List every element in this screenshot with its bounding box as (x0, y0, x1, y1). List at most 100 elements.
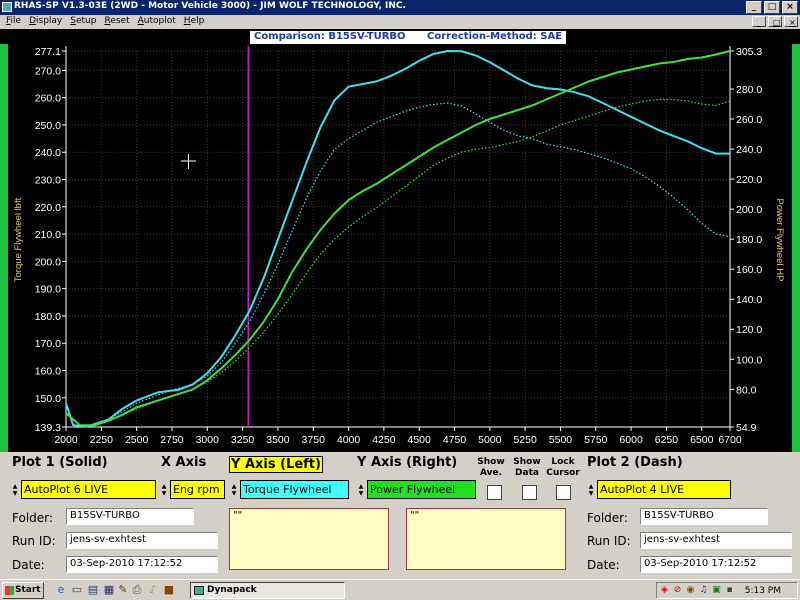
y-right-tick-label: 80.0 (736, 384, 757, 396)
yright-select[interactable]: Power Flywheel (367, 480, 476, 499)
menu-display[interactable]: Display (25, 15, 66, 29)
window-icon[interactable]: ▦ (102, 583, 116, 597)
desktop-icon[interactable]: ▤ (86, 583, 100, 597)
plot1-spinner[interactable]: ▲ ▼ (10, 480, 20, 499)
runid-field-left: jens-sv-exhtest (66, 532, 218, 549)
show-data-checkbox[interactable] (522, 485, 537, 500)
date-field-left: 03-Sep-2010 17:12:52 (66, 556, 218, 573)
menu-reset[interactable]: Reset (100, 15, 133, 29)
x-tick-label: 4500 (408, 434, 432, 446)
window-titlebar: RHAS-SP V1.3-03E (2WD - Motor Vehicle 30… (0, 0, 800, 15)
y-left-tick-label: 250.0 (35, 120, 61, 132)
start-button[interactable]: Start (2, 582, 44, 599)
yleft-title[interactable]: Y Axis (Left) (229, 456, 323, 473)
app-quicklaunch-icon[interactable]: ■ (162, 583, 176, 597)
plot2-select[interactable]: AutoPlot 4 LIVE (597, 480, 731, 499)
taskbar: Start e ▭ ▤ ▦ ✎ ⎙ ♪ ■ Dynapack ◈ ⊘ ◉ ♫ ▣… (0, 579, 800, 600)
x-tick-label: 3250 (231, 434, 255, 446)
yright-title: Y Axis (Right) (357, 455, 458, 470)
xaxis-title: X Axis (161, 455, 207, 470)
x-tick-label: 4250 (372, 434, 396, 446)
plot-area[interactable]: 2000 2250 2500 2750 3000 3250 3500 3750 4000 4250… (0, 29, 800, 452)
device-icon[interactable]: ▪ (724, 585, 735, 596)
yleft-select[interactable]: Torque Flywheel (240, 480, 349, 499)
menu-help[interactable]: Help (180, 15, 209, 29)
chevron-down-icon[interactable]: ▼ (589, 490, 594, 497)
antivirus-icon[interactable]: ◉ (685, 585, 696, 596)
chevron-up-icon[interactable]: ▲ (232, 483, 237, 490)
maximize-button[interactable]: □ (764, 1, 780, 14)
y-left-tick-label: 220.0 (35, 202, 61, 214)
chevron-up-icon[interactable]: ▲ (359, 483, 364, 490)
menu-file[interactable]: File (2, 15, 25, 29)
chevron-up-icon[interactable]: ▲ (162, 483, 167, 490)
menu-setup[interactable]: Setup (66, 15, 100, 29)
x-tick-label: 3750 (302, 434, 326, 446)
printer-icon[interactable]: ⎙ (130, 583, 144, 597)
mdi-restore-button[interactable]: □ (768, 16, 782, 27)
yleft-spinner[interactable]: ▲ ▼ (229, 480, 239, 499)
taskbar-dynapack-label: Dynapack (207, 585, 257, 595)
chevron-down-icon[interactable]: ▼ (359, 490, 364, 497)
chevron-down-icon[interactable]: ▼ (13, 490, 18, 497)
x-tick-label: 3000 (196, 434, 220, 446)
series-line-power-dotted (65, 98, 731, 426)
runid-label-right: Run ID: (587, 534, 631, 548)
y-right-tick-label: 240.0 (736, 144, 762, 156)
tool-icon[interactable]: ✎ (116, 583, 130, 597)
y-left-tick-label: 260.0 (35, 93, 61, 105)
folder-label-right: Folder: (587, 511, 628, 525)
system-tray: ◈ ⊘ ◉ ♫ ▣ ▪ 5:13 PM (656, 582, 798, 599)
network-icon[interactable]: ▣ (711, 585, 722, 596)
shield-icon[interactable]: ◈ (659, 585, 670, 596)
x-tick-label: 5250 (513, 434, 537, 446)
mdi-close-button[interactable]: × (784, 16, 798, 27)
speaker-icon[interactable]: ♫ (698, 585, 709, 596)
taskbar-dynapack-button[interactable]: Dynapack (190, 582, 345, 599)
folder-field-left: B15SV-TURBO (66, 508, 194, 525)
chevron-down-icon[interactable]: ▼ (232, 490, 237, 497)
media-icon[interactable]: ♪ (146, 583, 160, 597)
minimize-button[interactable]: _ (746, 1, 762, 14)
plot2-spinner[interactable]: ▲ ▼ (586, 480, 596, 499)
y-right-tick-label: 120.0 (736, 324, 762, 336)
notes-left[interactable]: "" (229, 508, 389, 570)
xaxis-select[interactable]: Eng rpm (170, 480, 225, 499)
x-tick-label: 6000 (619, 434, 643, 446)
x-tick-label: 2000 (54, 434, 78, 446)
y-left-tick-label: 170.0 (35, 338, 61, 350)
chevron-up-icon[interactable]: ▲ (13, 483, 18, 490)
xaxis-spinner[interactable]: ▲ ▼ (159, 480, 169, 499)
windows-logo-icon (5, 586, 14, 595)
folder-icon[interactable]: ▭ (70, 583, 84, 597)
y-right-tick-label: 100.0 (736, 354, 762, 366)
y-left-tick-label: 240.0 (35, 147, 61, 159)
plot2-title: Plot 2 (Dash) (587, 455, 683, 470)
show-ave-checkbox[interactable] (487, 485, 502, 500)
x-tick-label: 6700 (718, 434, 742, 446)
right-side-strip (792, 44, 800, 452)
date-label-left: Date: (12, 558, 45, 572)
show-data-label: Show Data (513, 457, 541, 478)
y-right-tick-label: 305.3 (736, 46, 762, 58)
folder-label-left: Folder: (12, 511, 53, 525)
menu-autoplot[interactable]: Autoplot (134, 15, 180, 29)
y-left-tick-label: 270.0 (35, 65, 61, 77)
mdi-minimize-button[interactable]: _ (752, 16, 766, 27)
show-ave-label: Show Ave. (477, 457, 505, 478)
x-tick-label: 5000 (478, 434, 502, 446)
notes-right[interactable]: "" (406, 508, 566, 570)
dyno-chart[interactable]: 2000 2250 2500 2750 3000 3250 3500 3750 4000 4250… (0, 29, 800, 452)
plot1-select[interactable]: AutoPlot 6 LIVE (21, 480, 156, 499)
yright-spinner[interactable]: ▲ ▼ (356, 480, 366, 499)
close-button[interactable]: × (782, 1, 798, 14)
chevron-down-icon[interactable]: ▼ (162, 490, 167, 497)
runid-label-left: Run ID: (12, 534, 56, 548)
comparison-label: Comparison: B15SV-TURBO (254, 31, 406, 42)
x-tick-label: 6500 (690, 434, 714, 446)
lock-cursor-checkbox[interactable] (556, 485, 571, 500)
ie-icon[interactable]: e (54, 583, 68, 597)
chevron-up-icon[interactable]: ▲ (589, 483, 594, 490)
y-left-tick-label: 190.0 (35, 284, 61, 296)
no-entry-icon[interactable]: ⊘ (672, 585, 683, 596)
